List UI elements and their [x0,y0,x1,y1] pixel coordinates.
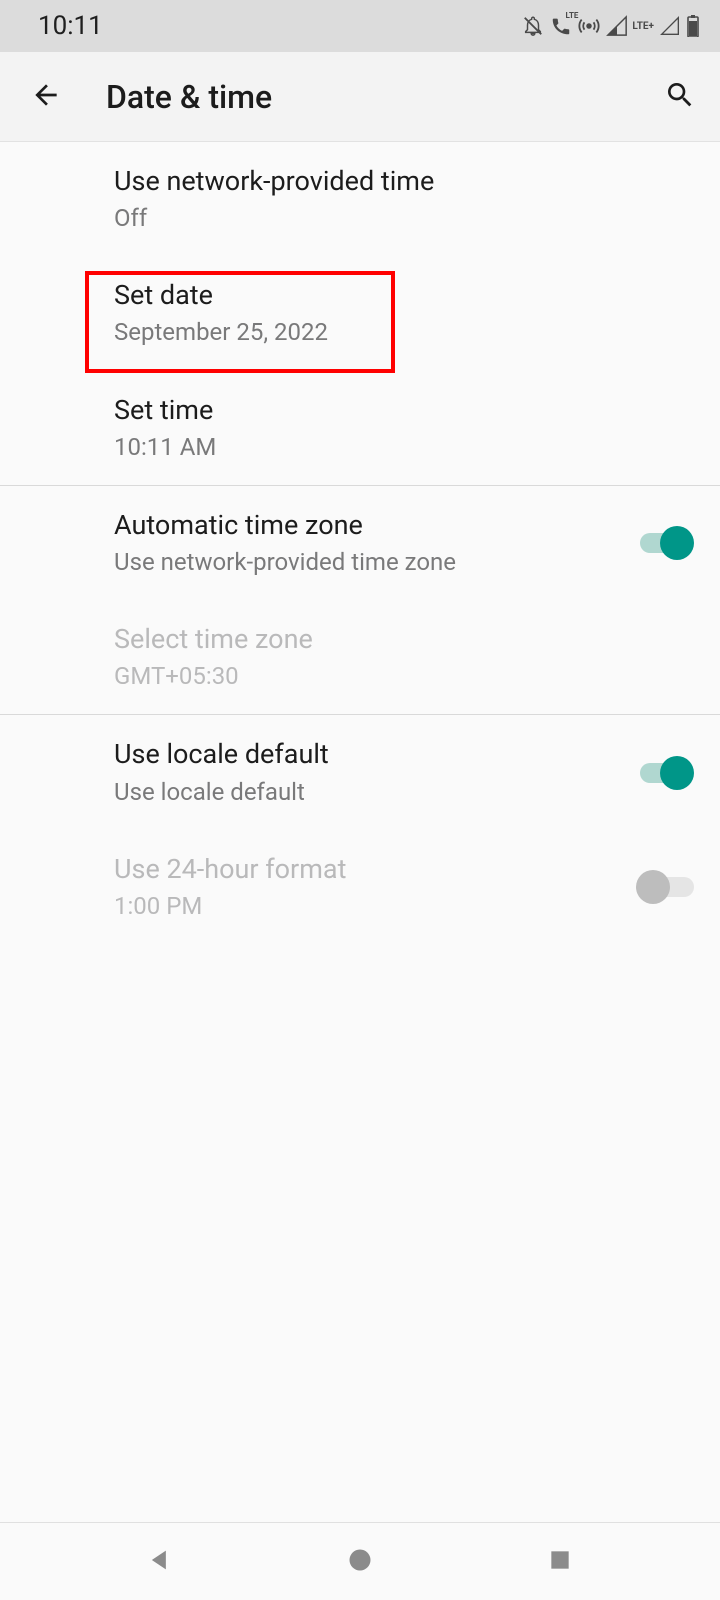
status-icons: LTE LTE+ [522,15,700,37]
setting-set-time[interactable]: Set time 10:11 AM [0,371,720,485]
setting-title: Use locale default [114,737,636,772]
app-bar: Date & time [0,52,720,142]
circle-home-icon [346,1546,374,1577]
setting-subtitle: GMT+05:30 [114,661,694,692]
nav-back-button[interactable] [120,1538,200,1586]
signal-lte-label: LTE+ [632,21,654,32]
setting-title: Automatic time zone [114,508,636,543]
setting-subtitle: Use locale default [114,777,636,808]
setting-title: Use 24-hour format [114,852,636,887]
locale-default-switch[interactable] [636,756,694,790]
status-bar: 10:11 LTE LTE+ [0,0,720,52]
signal-2-icon [660,16,680,36]
setting-title: Set time [114,393,694,428]
setting-select-timezone: Select time zone GMT+05:30 [0,600,720,714]
dnd-off-icon [522,15,544,37]
setting-locale-default[interactable]: Use locale default Use locale default [0,715,720,829]
settings-list: Use network-provided time Off Set date S… [0,142,720,944]
triangle-back-icon [146,1546,174,1577]
battery-icon [686,15,700,37]
nav-recent-button[interactable] [520,1538,600,1586]
setting-auto-timezone[interactable]: Automatic time zone Use network-provided… [0,486,720,600]
setting-title: Set date [114,278,694,313]
setting-24-hour: Use 24-hour format 1:00 PM [0,830,720,944]
setting-subtitle: 1:00 PM [114,891,636,922]
setting-network-time[interactable]: Use network-provided time Off [0,142,720,256]
nav-home-button[interactable] [320,1538,400,1586]
auto-timezone-switch[interactable] [636,526,694,560]
navigation-bar [0,1522,720,1600]
hotspot-icon [578,15,600,37]
setting-subtitle: Use network-provided time zone [114,547,636,578]
square-recent-icon [547,1547,573,1576]
signal-1-icon [606,15,628,37]
setting-title: Select time zone [114,622,694,657]
search-icon [664,79,696,114]
arrow-back-icon [30,79,62,114]
24-hour-switch [636,870,694,904]
setting-subtitle: Off [114,203,694,234]
setting-subtitle: 10:11 AM [114,432,694,463]
page-title: Date & time [106,78,656,116]
setting-subtitle: September 25, 2022 [114,317,694,348]
setting-set-date[interactable]: Set date September 25, 2022 [0,256,720,370]
back-button[interactable] [22,73,70,121]
volte-call-icon: LTE [550,15,572,37]
search-button[interactable] [656,73,704,121]
setting-title: Use network-provided time [114,164,694,199]
status-time: 10:11 [38,11,103,41]
